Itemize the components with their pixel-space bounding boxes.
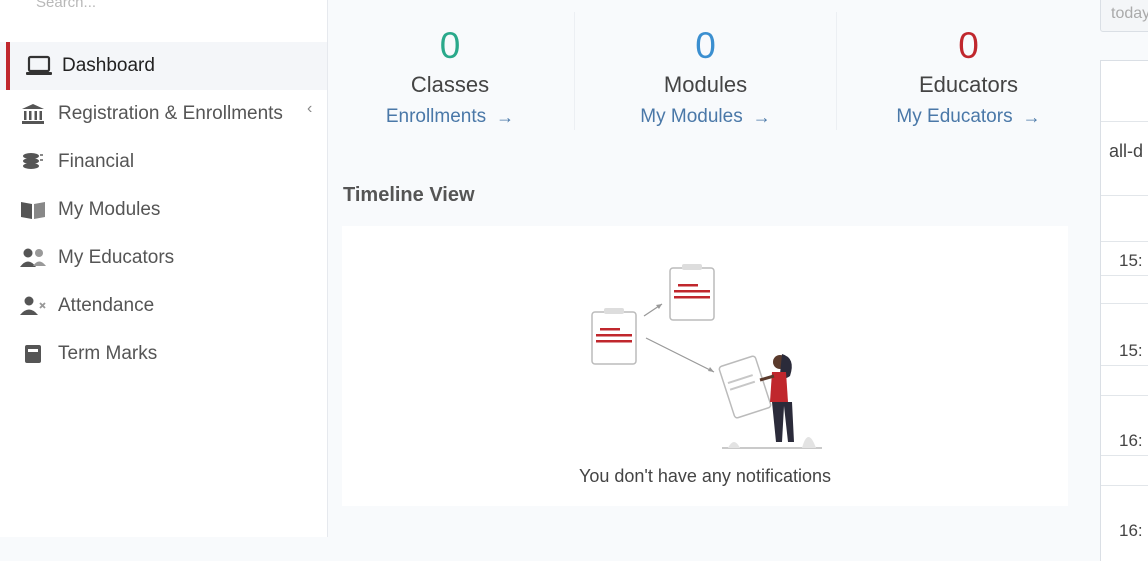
sidebar-item-registration[interactable]: Registration & Enrollments ‹ xyxy=(0,90,327,138)
time-slot: 15: xyxy=(1119,251,1143,270)
calendar-divider xyxy=(1101,365,1148,366)
enrollments-link[interactable]: Enrollments → xyxy=(386,106,514,128)
today-button[interactable]: today xyxy=(1100,0,1148,32)
sidebar-item-label: Financial xyxy=(58,151,135,172)
timeline-title: Timeline View xyxy=(343,184,475,206)
calendar-frame: all-d 15: 15: 16: 16: xyxy=(1100,60,1148,561)
calendar-divider xyxy=(1101,455,1148,456)
calendar-panel: today all-d 15: 15: 16: 16: xyxy=(1100,0,1148,561)
sidebar: Search... Dashboard Registration & Enrol… xyxy=(0,0,328,537)
stat-value: 0 xyxy=(439,25,461,66)
empty-notifications-illustration xyxy=(590,262,830,452)
bank-icon xyxy=(18,102,48,126)
arrow-right-icon: → xyxy=(1022,106,1041,127)
allday-label: all-d xyxy=(1109,141,1144,161)
sidebar-item-label: My Modules xyxy=(58,199,161,220)
calendar-divider xyxy=(1101,195,1148,196)
sidebar-item-my-modules[interactable]: My Modules xyxy=(0,186,327,234)
sidebar-item-attendance[interactable]: Attendance xyxy=(0,282,327,330)
link-label: My Modules xyxy=(640,106,743,127)
my-educators-link[interactable]: My Educators → xyxy=(896,106,1040,128)
stats-row: 0 Classes Enrollments → 0 Modules My Mod… xyxy=(327,12,1099,130)
calendar-divider xyxy=(1101,303,1148,304)
my-modules-link[interactable]: My Modules → xyxy=(640,106,770,128)
sidebar-item-financial[interactable]: Financial xyxy=(0,138,327,186)
chevron-left-icon[interactable]: ‹ xyxy=(307,100,312,118)
time-slot: 15: xyxy=(1119,341,1143,360)
stat-label: Classes xyxy=(410,72,490,97)
sidebar-item-label: Attendance xyxy=(58,295,155,316)
book-closed-icon xyxy=(18,342,48,366)
time-slot: 16: xyxy=(1119,521,1143,540)
calendar-divider xyxy=(1101,485,1148,486)
stat-educators: 0 Educators My Educators → xyxy=(836,12,1100,130)
sidebar-item-label: Dashboard xyxy=(62,55,155,76)
calendar-divider xyxy=(1101,275,1148,276)
book-icon xyxy=(18,198,48,222)
user-x-icon xyxy=(18,294,48,318)
link-label: My Educators xyxy=(896,106,1013,127)
calendar-divider xyxy=(1101,395,1148,396)
empty-notifications-message: You don't have any notifications xyxy=(579,466,831,486)
sidebar-item-term-marks[interactable]: Term Marks xyxy=(0,330,327,378)
stat-modules: 0 Modules My Modules → xyxy=(574,12,836,130)
search-input[interactable]: Search... xyxy=(36,0,96,11)
arrow-right-icon: → xyxy=(496,106,515,127)
stat-classes: 0 Classes Enrollments → xyxy=(327,12,573,130)
calendar-divider xyxy=(1101,241,1148,242)
sidebar-item-dashboard[interactable]: Dashboard xyxy=(0,42,327,90)
sidebar-nav: Dashboard Registration & Enrollments ‹ F… xyxy=(0,42,327,378)
time-slot: 16: xyxy=(1119,431,1143,450)
stat-label: Educators xyxy=(918,72,1019,97)
calendar-divider xyxy=(1101,121,1148,122)
coins-icon xyxy=(18,150,48,174)
sidebar-item-label: Registration & Enrollments xyxy=(58,103,283,124)
timeline-card: You don't have any notifications xyxy=(342,226,1068,506)
stat-value: 0 xyxy=(958,25,979,66)
users-icon xyxy=(18,246,48,270)
stat-label: Modules xyxy=(663,72,748,97)
link-label: Enrollments xyxy=(385,106,487,127)
stat-value: 0 xyxy=(695,25,716,66)
laptop-icon xyxy=(24,54,54,78)
sidebar-item-label: Term Marks xyxy=(58,343,158,364)
sidebar-item-my-educators[interactable]: My Educators xyxy=(0,234,327,282)
sidebar-item-label: My Educators xyxy=(58,247,175,268)
arrow-right-icon: → xyxy=(752,106,771,127)
